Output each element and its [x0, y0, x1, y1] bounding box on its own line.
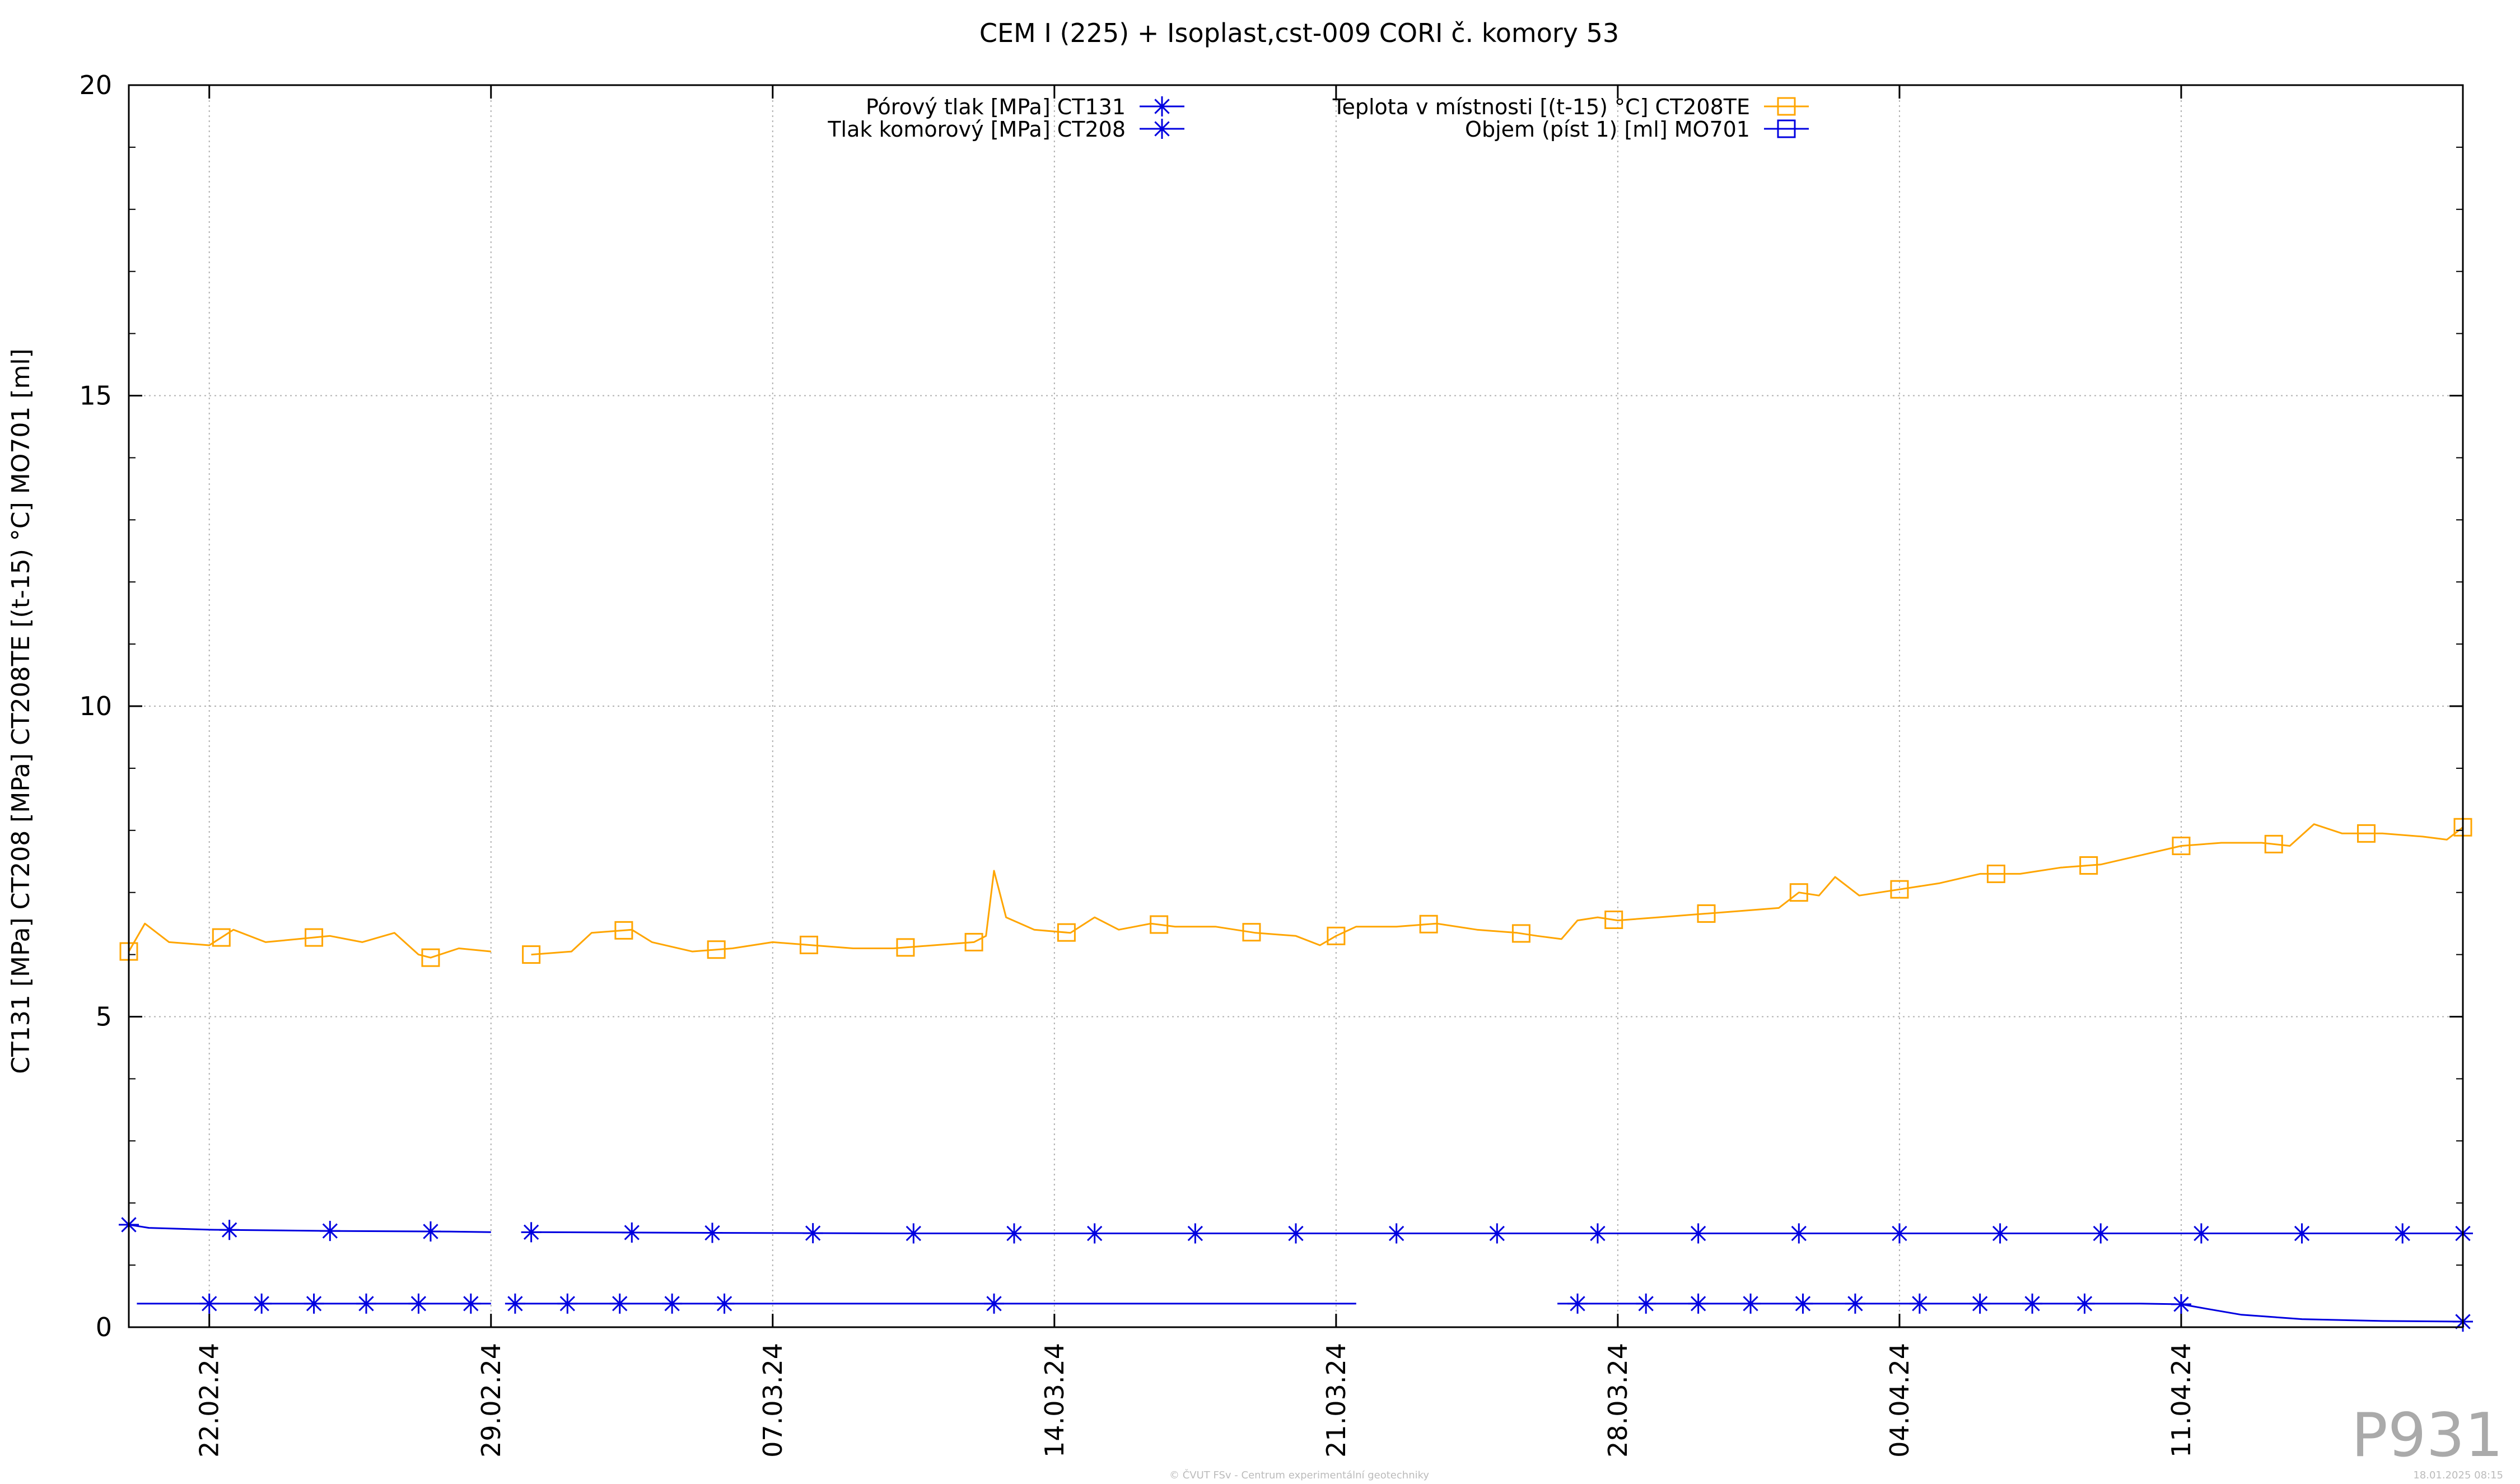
- x-tick-label: 22.02.24: [194, 1343, 225, 1458]
- data-point-marker: [1004, 1223, 1024, 1244]
- series-2: [119, 818, 2472, 967]
- data-point-marker: [1487, 1223, 1508, 1244]
- y-axis-label: CT131 [MPa] CT208 [MPa] CT208TE [(t-15) …: [7, 348, 35, 1074]
- data-point-marker: [420, 1221, 441, 1242]
- chart: CEM I (225) + Isoplast,cst-009 CORI č. k…: [7, 18, 2503, 1481]
- data-point-marker: [320, 1221, 340, 1242]
- data-point-marker: [557, 1293, 578, 1314]
- data-point-marker: [609, 1293, 630, 1314]
- data-point-marker: [1386, 1223, 1407, 1244]
- watermark: P931: [2351, 1401, 2503, 1471]
- x-tick-label: 21.03.24: [1321, 1343, 1351, 1458]
- data-point-marker: [1789, 1223, 1809, 1244]
- data-point-marker: [702, 1222, 722, 1243]
- chart-title: CEM I (225) + Isoplast,cst-009 CORI č. k…: [979, 18, 1619, 48]
- data-point-marker: [251, 1293, 272, 1314]
- data-point-marker: [1740, 1293, 1761, 1314]
- series-line: [1557, 1303, 2465, 1328]
- y-tick-label: 15: [79, 381, 112, 411]
- data-point-marker: [1793, 1293, 1813, 1314]
- plot-frame: [128, 84, 2464, 1328]
- data-point-marker: [505, 1293, 525, 1314]
- data-point-marker: [1845, 1293, 1865, 1314]
- data-point-marker: [2191, 1223, 2211, 1244]
- data-point-marker: [356, 1293, 376, 1314]
- y-tick-label: 0: [96, 1312, 112, 1342]
- data-point-marker: [1152, 119, 1172, 139]
- series-1: [137, 1293, 2473, 1332]
- x-tick-label: 04.04.24: [1884, 1343, 1915, 1458]
- data-point-marker: [2022, 1293, 2043, 1314]
- data-point-marker: [304, 1293, 324, 1314]
- data-point-marker: [2171, 1294, 2191, 1314]
- legend-label: Objem (píst 1) [ml] MO701: [1465, 117, 1750, 142]
- data-point-marker: [1084, 1223, 1105, 1244]
- y-tick-label: 20: [79, 70, 112, 100]
- data-point-marker: [199, 1293, 220, 1314]
- y-tick-label: 5: [96, 1002, 112, 1032]
- data-point-marker: [1688, 1223, 1709, 1244]
- data-point-marker: [1636, 1293, 1656, 1314]
- data-point-marker: [984, 1293, 1005, 1314]
- data-point-marker: [1909, 1293, 1930, 1314]
- data-point-marker: [903, 1223, 924, 1244]
- data-point-marker: [1970, 1293, 1990, 1314]
- legend-label: Teplota v místnosti [(t-15) °C] CT208TE: [1332, 95, 1750, 119]
- grid: [129, 85, 2463, 1327]
- data-point-marker: [1286, 1223, 1306, 1244]
- data-point-marker: [662, 1293, 683, 1314]
- x-tick-label: 29.02.24: [476, 1343, 506, 1458]
- data-point-marker: [1567, 1293, 1588, 1314]
- x-tick-label: 14.03.24: [1039, 1343, 1070, 1458]
- data-point-marker: [2090, 1223, 2111, 1244]
- data-point-marker: [1185, 1223, 1206, 1244]
- series-0: [119, 1215, 2473, 1244]
- footer-timestamp: 18.01.2025 08:15: [2413, 1469, 2503, 1481]
- data-point-marker: [1688, 1293, 1709, 1314]
- y-tick-label: 10: [79, 691, 112, 721]
- data-point-marker: [2074, 1293, 2095, 1314]
- data-point-marker: [622, 1222, 642, 1243]
- series-layer: [119, 818, 2473, 1332]
- data-point-marker: [408, 1293, 429, 1314]
- legend-label: Pórový tlak [MPa] CT131: [866, 95, 1126, 119]
- data-point-marker: [460, 1293, 481, 1314]
- footer-credit: © ČVUT FSv - Centrum experimentální geot…: [1169, 1469, 1429, 1481]
- data-point-marker: [802, 1223, 823, 1244]
- data-point-marker: [521, 1222, 542, 1243]
- x-tick-label: 28.03.24: [1603, 1343, 1633, 1458]
- legend-label: Tlak komorový [MPa] CT208: [827, 117, 1126, 142]
- x-tick-label: 07.03.24: [758, 1343, 788, 1458]
- data-point-marker: [1990, 1223, 2010, 1244]
- data-point-marker: [1587, 1223, 1608, 1244]
- data-point-marker: [219, 1220, 240, 1240]
- x-tick-label: 11.04.24: [2166, 1343, 2196, 1458]
- data-point-marker: [2292, 1223, 2312, 1244]
- data-point-marker: [714, 1293, 735, 1314]
- data-point-marker: [2392, 1223, 2413, 1244]
- data-point-marker: [1152, 96, 1172, 116]
- x-axis-ticks: 22.02.24 29.02.24 07.03.24 14.03.24 21.03.24…: [194, 85, 2196, 1458]
- legend: Pórový tlak [MPa] CT131Tlak komorový [MP…: [827, 95, 1809, 142]
- data-point-marker: [1889, 1223, 1910, 1244]
